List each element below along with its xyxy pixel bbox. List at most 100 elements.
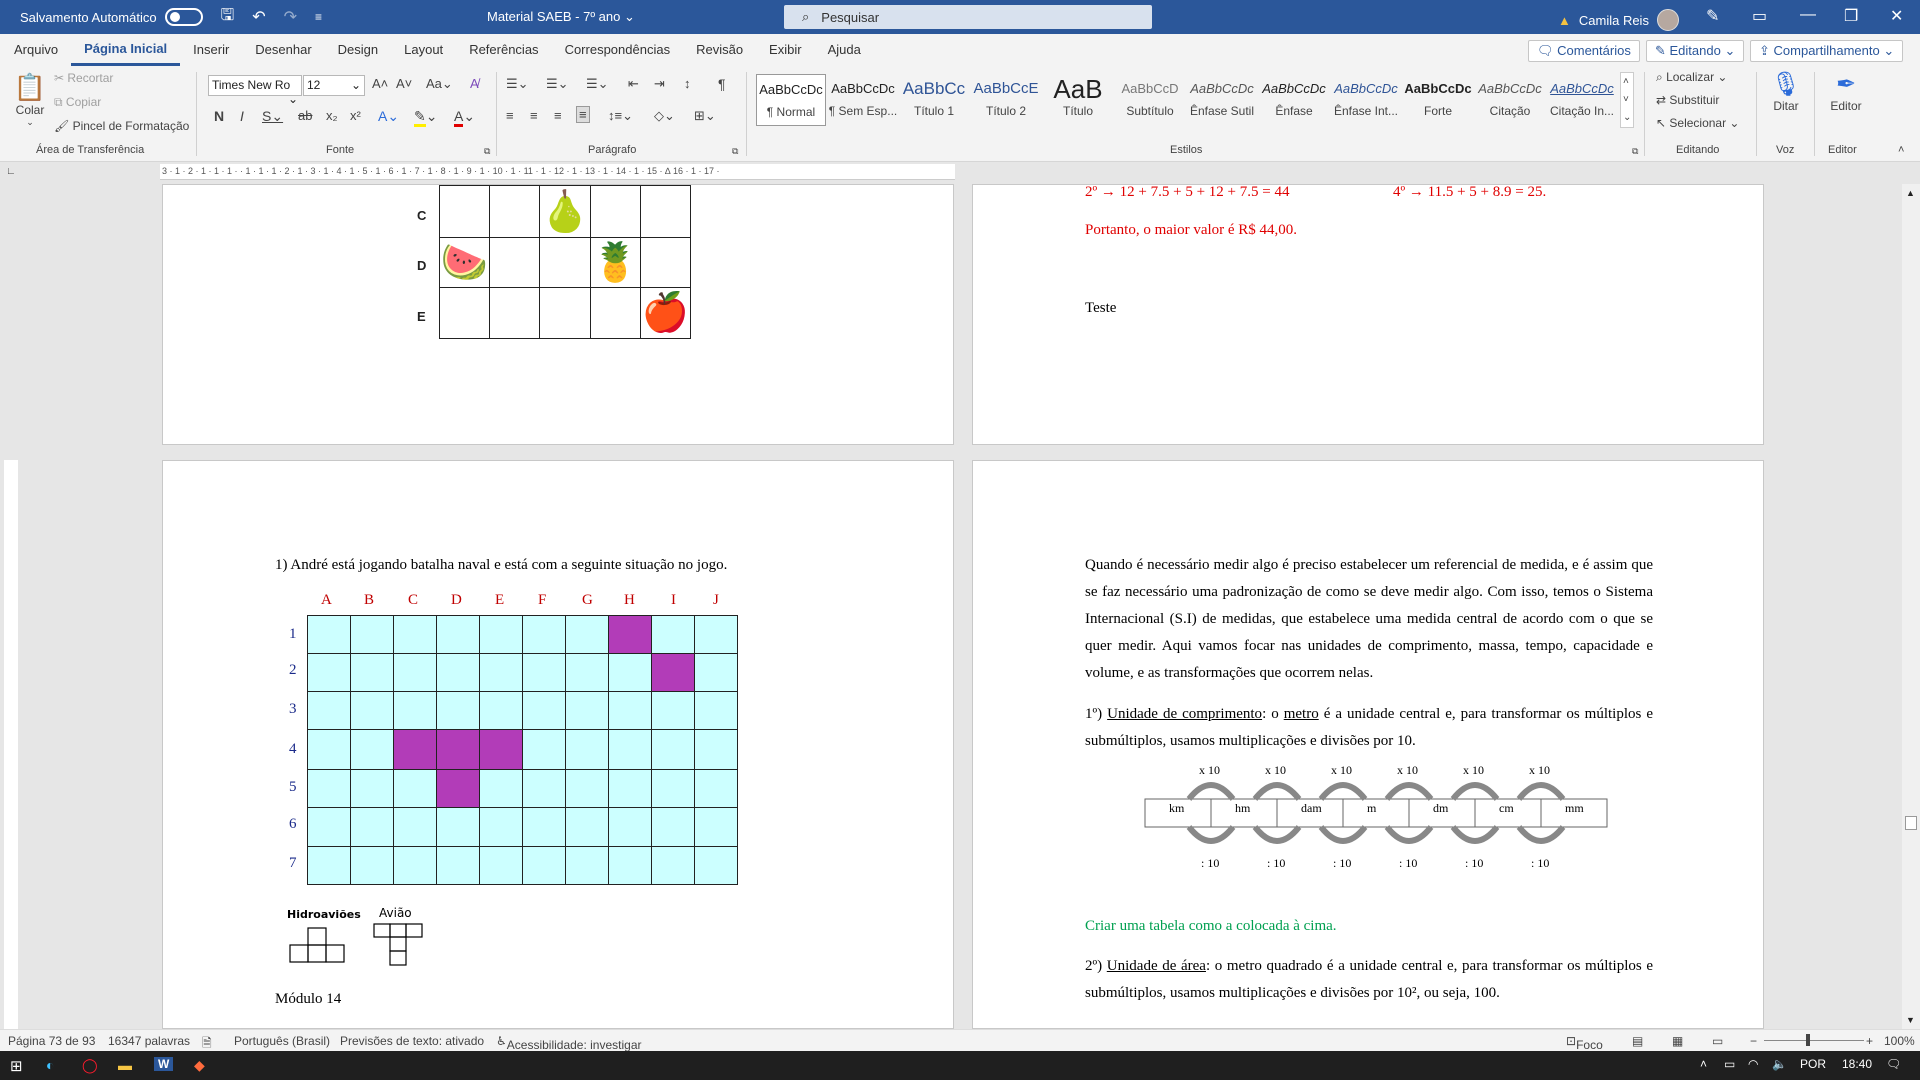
style-forte[interactable]: AaBbCcDc Forte xyxy=(1403,74,1473,126)
tab-inserir[interactable]: Inserir xyxy=(180,34,242,66)
pen-icon[interactable]: ✎ xyxy=(1706,6,1719,26)
dictate-button[interactable]: 🎙 Ditar xyxy=(1768,70,1804,113)
battery-icon[interactable]: ▭ xyxy=(1724,1057,1735,1071)
style-sem-espaco[interactable]: AaBbCcDc ¶ Sem Esp... xyxy=(828,74,898,126)
page-bottom-right[interactable]: Quando é necessário medir algo é preciso… xyxy=(972,460,1764,1029)
user-account[interactable]: ▲ Camila Reis xyxy=(1558,9,1679,31)
tab-arquivo[interactable]: Arquivo xyxy=(1,34,71,66)
customize-qat-icon[interactable]: ≡ xyxy=(315,10,322,24)
superscript-icon[interactable]: x² xyxy=(350,108,361,123)
tab-pagina-inicial[interactable]: Página Inicial xyxy=(71,34,181,66)
text-effects-icon[interactable]: A⌄ xyxy=(378,108,399,125)
clock[interactable]: 18:40 xyxy=(1842,1057,1872,1071)
text-predictions-status[interactable]: Previsões de texto: ativado xyxy=(340,1034,484,1048)
avatar[interactable] xyxy=(1656,9,1679,31)
notifications-icon[interactable]: 🗨 xyxy=(1886,1057,1901,1071)
file-explorer-icon[interactable]: ▬ xyxy=(118,1057,132,1073)
style-titulo[interactable]: AaB Título xyxy=(1043,74,1113,126)
justify-icon[interactable]: ≡ xyxy=(576,106,590,123)
editing-mode-button[interactable]: ✎ Editando ⌄ xyxy=(1646,40,1745,62)
change-case-icon[interactable]: Aa⌄ xyxy=(426,76,453,92)
bullets-icon[interactable]: ☰⌄ xyxy=(506,76,529,92)
scroll-thumb[interactable] xyxy=(1905,816,1917,830)
bold-icon[interactable]: N xyxy=(214,108,224,124)
tab-ajuda[interactable]: Ajuda xyxy=(815,34,874,66)
vertical-scrollbar[interactable]: ▲ ▼ xyxy=(1902,184,1920,1029)
opera-icon[interactable]: ◯ xyxy=(82,1057,98,1074)
line-spacing-icon[interactable]: ↕≡⌄ xyxy=(608,108,633,124)
page-bottom-left[interactable]: 1) André está jogando batalha naval e es… xyxy=(162,460,954,1029)
grow-font-icon[interactable]: A˄ xyxy=(372,76,388,91)
accessibility-status[interactable]: ♿ Acessibilidade: investigar xyxy=(496,1034,642,1052)
maximize-icon[interactable]: ❐ xyxy=(1844,6,1858,26)
share-button[interactable]: ⇪ Compartilhamento ⌄ xyxy=(1750,40,1904,62)
zoom-in-icon[interactable]: + xyxy=(1866,1034,1873,1048)
tab-referencias[interactable]: Referências xyxy=(456,34,551,66)
tab-layout[interactable]: Layout xyxy=(391,34,456,66)
comments-button[interactable]: 🗨 Comentários xyxy=(1528,40,1640,62)
ribbon-display-icon[interactable]: ▭ xyxy=(1752,6,1767,26)
highlight-icon[interactable]: ✎⌄ xyxy=(414,108,437,127)
clear-formatting-icon[interactable]: A̸ xyxy=(470,76,479,91)
web-layout-icon[interactable]: ▭ xyxy=(1712,1034,1723,1048)
show-marks-icon[interactable]: ¶ xyxy=(718,76,726,92)
decrease-indent-icon[interactable]: ⇤ xyxy=(628,76,639,92)
style-citacao-intensa[interactable]: AaBbCcDc Citação In... xyxy=(1547,74,1617,126)
scroll-up-icon[interactable]: ▲ xyxy=(1906,188,1915,198)
tab-revisao[interactable]: Revisão xyxy=(683,34,756,66)
shading-icon[interactable]: ◇⌄ xyxy=(654,108,675,124)
borders-icon[interactable]: ⊞⌄ xyxy=(694,108,716,124)
autosave[interactable]: Salvamento Automático xyxy=(20,8,203,26)
tab-design[interactable]: Design xyxy=(325,34,391,66)
italic-icon[interactable]: I xyxy=(240,108,244,124)
dialog-launcher-icon[interactable]: ⧉ xyxy=(1632,146,1638,157)
sort-icon[interactable]: ↕ xyxy=(684,76,691,91)
vertical-ruler[interactable] xyxy=(4,460,18,1030)
tab-selector-icon[interactable]: ∟ xyxy=(6,166,16,177)
strikethrough-icon[interactable]: ab xyxy=(298,108,312,123)
multilevel-list-icon[interactable]: ☰⌄ xyxy=(586,76,609,92)
search-box[interactable]: ⌕ Pesquisar xyxy=(784,5,1152,29)
scroll-down-icon[interactable]: ▼ xyxy=(1906,1015,1915,1025)
tab-desenhar[interactable]: Desenhar xyxy=(242,34,324,66)
language-status[interactable]: Português (Brasil) xyxy=(234,1034,330,1048)
format-painter-button[interactable]: 🖌 Pincel de Formatação xyxy=(54,119,189,133)
increase-indent-icon[interactable]: ⇥ xyxy=(654,76,665,92)
redo-icon[interactable]: ↷ xyxy=(284,7,297,27)
select-button[interactable]: ↖ Selecionar ⌄ xyxy=(1656,116,1739,130)
shrink-font-icon[interactable]: A˅ xyxy=(396,76,412,91)
page-top-left[interactable]: 🍐 🍉 🍍 🍎 C D E xyxy=(162,184,954,445)
horizontal-ruler[interactable]: 3 · 1 · 2 · 1 · 1 · 1 · · 1 · 1 · 1 · 2 … xyxy=(160,164,955,180)
font-name-select[interactable]: Times New Ro ⌄ xyxy=(208,75,302,106)
save-icon[interactable]: 🖫 xyxy=(221,4,235,31)
zoom-out-icon[interactable]: − xyxy=(1750,1034,1757,1048)
copy-button[interactable]: ⧉ Copiar xyxy=(54,95,101,110)
dialog-launcher-icon[interactable]: ⧉ xyxy=(484,146,490,157)
style-citacao[interactable]: AaBbCcDc Citação xyxy=(1475,74,1545,126)
styles-scroll-icon[interactable]: ˄ ˅ ⌄ xyxy=(1620,72,1635,128)
word-count[interactable]: 16347 palavras xyxy=(108,1034,190,1048)
zoom-level[interactable]: 100% xyxy=(1884,1034,1915,1048)
style-enfase[interactable]: AaBbCcDc Ênfase xyxy=(1259,74,1329,126)
align-center-icon[interactable]: ≡ xyxy=(530,108,538,123)
editor-button[interactable]: ✒ Editor xyxy=(1826,70,1866,113)
input-language[interactable]: POR xyxy=(1800,1057,1826,1071)
dialog-launcher-icon[interactable]: ⧉ xyxy=(732,146,738,157)
wifi-icon[interactable]: ◠ xyxy=(1748,1057,1758,1071)
font-size-select[interactable]: 12 ⌄ xyxy=(303,75,365,96)
style-subtitulo[interactable]: AaBbCcD Subtítulo xyxy=(1115,74,1185,126)
font-color-icon[interactable]: A⌄ xyxy=(454,108,475,127)
cut-button[interactable]: ✂ Recortar xyxy=(54,71,113,85)
style-titulo-2[interactable]: AaBbCcE Título 2 xyxy=(971,74,1041,126)
focus-button[interactable]: ⊡ Foco xyxy=(1566,1034,1603,1052)
style-titulo-1[interactable]: AaBbCc Título 1 xyxy=(899,74,969,126)
page-top-right[interactable]: 2º → 12 + 7.5 + 5 + 12 + 7.5 = 44 4º → 1… xyxy=(972,184,1764,445)
document-title[interactable]: Material SAEB - 7º ano ⌄ xyxy=(487,9,635,25)
minimize-icon[interactable]: — xyxy=(1800,6,1816,24)
numbering-icon[interactable]: ☰⌄ xyxy=(546,76,569,92)
close-icon[interactable]: ✕ xyxy=(1890,6,1903,26)
collapse-ribbon-icon[interactable]: ˄ xyxy=(1898,144,1904,156)
volume-icon[interactable]: 🔈 xyxy=(1772,1057,1787,1071)
tab-exibir[interactable]: Exibir xyxy=(756,34,815,66)
style-enfase-sutil[interactable]: AaBbCcDc Ênfase Sutil xyxy=(1187,74,1257,126)
